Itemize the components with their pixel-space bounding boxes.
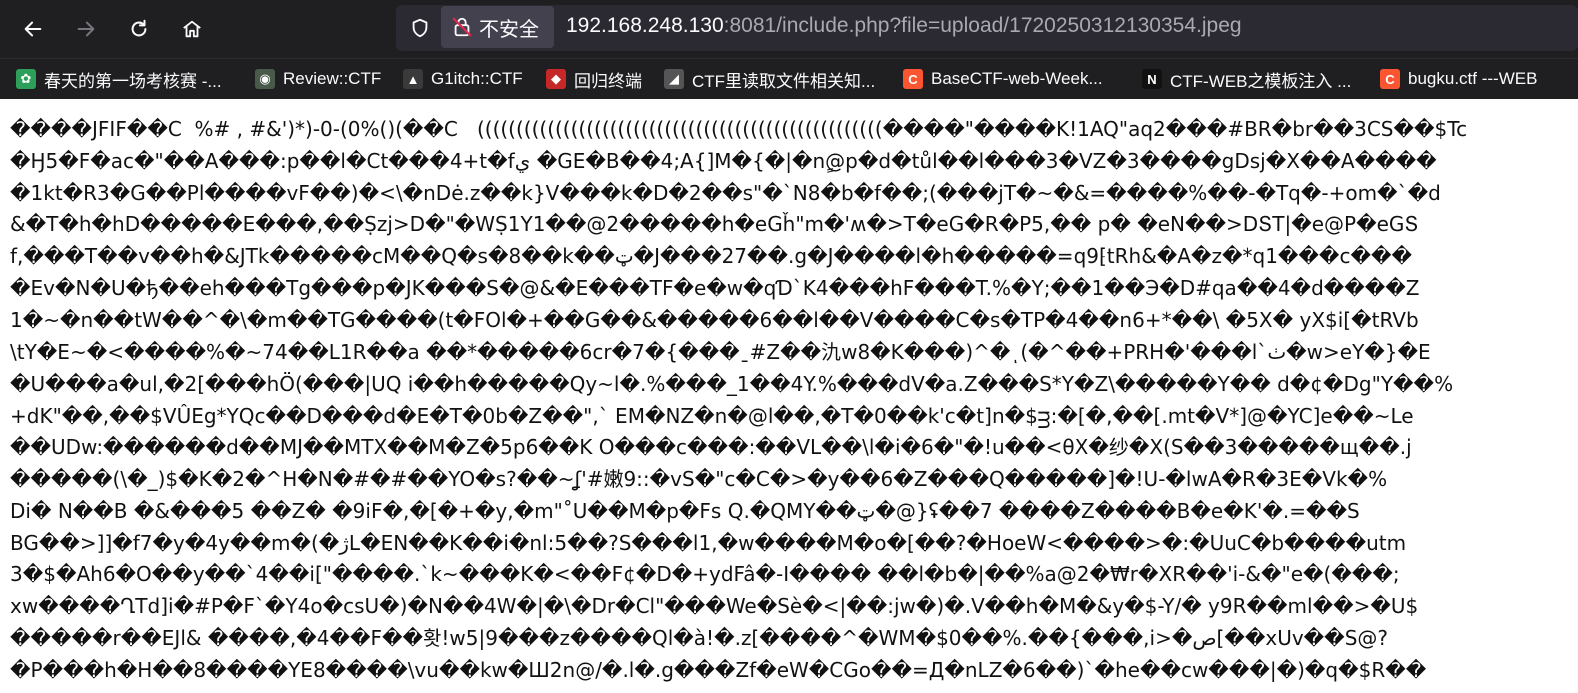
bookmark-item[interactable]: C BaseCTF-web-Week... — [903, 67, 1103, 91]
forward-button[interactable] — [67, 10, 105, 48]
bookmarks-toolbar: ✿ 春天的第一场考核赛 -... ◉ Review::CTF ▲ G1itch:… — [0, 58, 1578, 99]
bookmark-label: BaseCTF-web-Week... — [931, 69, 1103, 88]
raw-text-line: �P���h�H��8����YE8����\vu��kw�Ш2n@/�.l�.… — [10, 658, 1427, 682]
raw-text-line: \tY�E~�<����%�~74��L1R��a ��*�����6cr�7�… — [10, 340, 1431, 364]
url-host: 192.168.248.130 — [566, 14, 724, 37]
csdn-icon: C — [1380, 69, 1400, 89]
insecure-lock-icon — [452, 17, 472, 37]
raw-text-line: Di� N��B �&���5 ��Z� �9iF�,�[�+�y,�m"˚U�… — [10, 499, 1360, 523]
bookmark-favicon-icon: ✿ — [16, 69, 36, 89]
bookmark-label: Review::CTF — [283, 69, 382, 88]
page-content: ����JFIF��C %# , #&')*)-0-(0%()(��C ((((… — [0, 99, 1578, 693]
raw-text-line: �Ev�N�U�ђ��eh���Tg���p�JK���S�@&�E���TF�… — [10, 276, 1420, 300]
bookmark-label: G1itch::CTF — [431, 69, 523, 88]
csdn-icon: C — [903, 69, 923, 89]
raw-text-line: �����(\�_)$�K�2�^H�N�#�#��YO�s?��~ʆ'#嫩9:… — [10, 467, 1388, 491]
site-info-button[interactable]: 不安全 — [441, 6, 554, 48]
arrow-right-icon — [77, 21, 95, 37]
back-button[interactable] — [14, 10, 52, 48]
bookmark-item[interactable]: ▲ G1itch::CTF — [403, 67, 523, 91]
raw-text-line: �U���a�ul,�2[���hÖ(���|UQ i��h�����Qy~l�… — [10, 372, 1454, 396]
raw-text-line: f,���T��v��h�&JTk�����cM��Q�s�8��k��ټ�J�… — [10, 244, 1412, 268]
bookmark-item[interactable]: ◢ CTF里读取文件相关知... — [664, 67, 875, 91]
url-text[interactable]: 192.168.248.130:8081/include.php?file=up… — [566, 14, 1242, 38]
bookmark-label: CTF里读取文件相关知... — [692, 71, 876, 91]
raw-text-line: &�T�h�hD�����E���,��Ṣzj>D�"�WṢ1Y1��@2���… — [10, 212, 1419, 236]
url-path: :8081/include.php?file=upload/1720250312… — [723, 14, 1242, 37]
raw-text-line: 3�$�Ah6�O��y��`4��i["����.`k~���K�<��F¢�… — [10, 562, 1400, 586]
raw-text-line: xw����ՂTd]i�#P�F`�Y4o�csU�)�N��4W�|�\�Dr… — [10, 594, 1419, 618]
bookmark-favicon-icon: ◆ — [546, 69, 566, 89]
browser-toolbar: 不安全 192.168.248.130:8081/include.php?fil… — [0, 0, 1578, 58]
bookmark-item[interactable]: ✿ 春天的第一场考核赛 -... — [16, 67, 222, 91]
raw-text-line: �����r��EJl& ����,�4��F��홧!w5|9���z����Q… — [10, 626, 1389, 650]
raw-text-line: ��UDw:������d��MJ��MTX��M�Z�5p6��K O���c… — [10, 435, 1412, 459]
raw-text-line: BG��>]]�f7�y�4y��m�(�ژL�EN��K��i�nl:5��?… — [10, 531, 1407, 555]
bookmark-item[interactable]: ◆ 回归终端 — [546, 67, 642, 91]
bookmark-label: 春天的第一场考核赛 -... — [44, 71, 222, 91]
home-icon — [183, 20, 201, 38]
raw-text-line: +dK"��,��$VÛEg*YQc��D���d�E�T�0b�Z��",` … — [10, 404, 1414, 428]
raw-text-line: �1kt�R3�G��Pl����vF��)�<\�nDė.z��k}V���k… — [10, 181, 1441, 205]
raw-text-line: �Ӈ5�F�ac�"��A���:p��l�Ct���4+t�fي �GE�B�… — [10, 149, 1437, 173]
bookmark-favicon-icon: ◉ — [255, 69, 275, 89]
raw-text-line: ����JFIF��C %# , #&')*)-0-(0%()(��C ((((… — [10, 117, 1468, 141]
bookmark-favicon-icon: ▲ — [403, 69, 423, 89]
reload-icon — [131, 19, 147, 37]
bookmark-favicon-icon: ◢ — [664, 69, 684, 89]
bookmark-label: bugku.ctf ---WEB — [1408, 69, 1538, 88]
bookmark-item[interactable]: C bugku.ctf ---WEB — [1380, 67, 1537, 91]
bookmark-item[interactable]: ◉ Review::CTF — [255, 67, 381, 91]
tracking-protection-button[interactable] — [402, 9, 438, 47]
shield-icon — [412, 18, 428, 38]
bookmark-label: CTF-WEB之模板注入 ... — [1170, 71, 1352, 91]
raw-text-line: 1�~�n��tW��^�\�m��TG����(t�FOl�+��G��&��… — [10, 308, 1419, 332]
n-icon: N — [1142, 69, 1162, 89]
home-button[interactable] — [173, 10, 211, 48]
bookmark-item[interactable]: N CTF-WEB之模板注入 ... — [1142, 67, 1351, 91]
bookmark-label: 回归终端 — [574, 71, 642, 91]
insecure-label: 不安全 — [479, 18, 539, 41]
arrow-left-icon — [24, 21, 42, 37]
reload-button[interactable] — [120, 10, 158, 48]
